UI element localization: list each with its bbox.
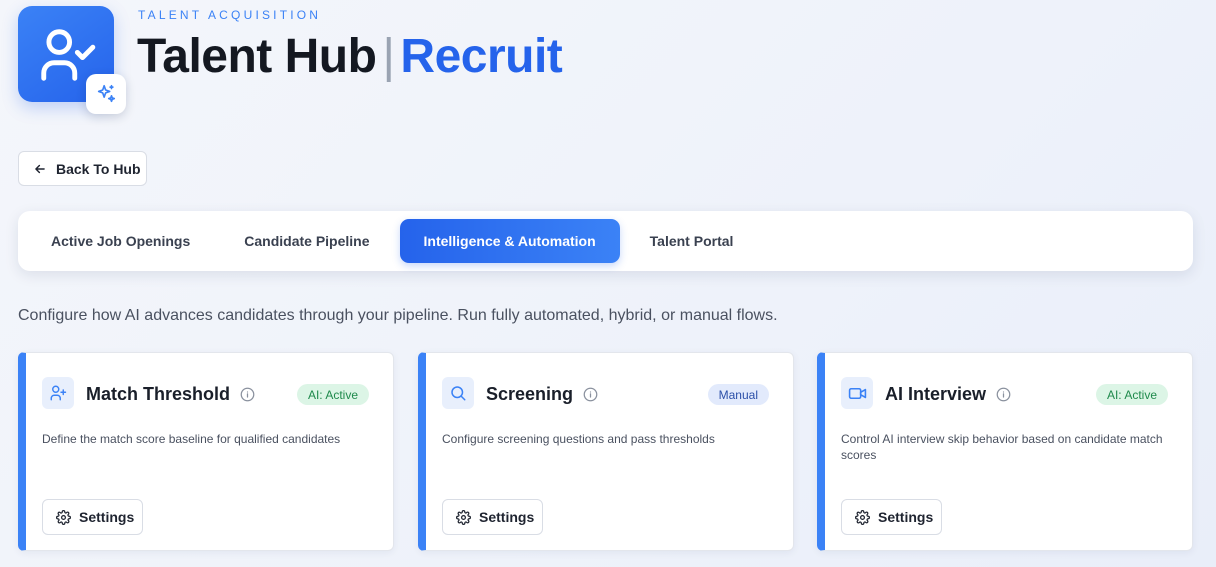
gear-icon <box>456 509 471 525</box>
tab-candidate-pipeline[interactable]: Candidate Pipeline <box>220 219 393 263</box>
back-to-hub-button[interactable]: Back To Hub <box>18 151 147 186</box>
card-icon-container <box>841 377 873 409</box>
status-badge: Manual <box>707 384 769 405</box>
card-title: Match Threshold <box>86 384 255 405</box>
settings-button[interactable]: Settings <box>42 499 143 535</box>
info-icon[interactable] <box>996 387 1011 402</box>
back-button-label: Back To Hub <box>56 160 141 177</box>
card-description: Configure screening questions and pass t… <box>442 432 715 446</box>
status-badge: AI: Active <box>296 384 369 405</box>
info-icon[interactable] <box>583 387 598 402</box>
info-icon[interactable] <box>240 387 255 402</box>
card-title-text: Screening <box>486 384 574 404</box>
tab-talent-portal[interactable]: Talent Portal <box>626 219 758 263</box>
settings-button[interactable]: Settings <box>442 499 543 535</box>
card-title: Screening <box>486 384 598 405</box>
section-kicker: TALENT ACQUISITION <box>138 8 322 22</box>
card-description: Define the match score baseline for qual… <box>42 432 341 446</box>
tab-active-job-openings[interactable]: Active Job Openings <box>27 219 214 263</box>
gear-icon <box>56 509 71 525</box>
status-badge: AI: Active <box>1095 384 1168 405</box>
card-description: Control AI interview skip behavior based… <box>841 432 1163 462</box>
card-title-text: AI Interview <box>885 384 987 404</box>
user-plus-icon <box>50 385 67 401</box>
tab-bar: Active Job Openings Candidate Pipeline I… <box>18 211 1193 271</box>
settings-button-label: Settings <box>79 509 135 525</box>
page-title: Talent Hub | Recruit <box>137 28 563 86</box>
settings-button[interactable]: Settings <box>841 499 942 535</box>
card-title-text: Match Threshold <box>86 384 231 404</box>
title-main: Talent Hub <box>137 30 377 83</box>
search-icon <box>451 386 466 401</box>
card-match-threshold: Match Threshold AI: Active Define the ma… <box>18 352 394 551</box>
settings-button-label: Settings <box>479 509 535 525</box>
video-icon <box>848 387 866 399</box>
arrow-left-icon <box>35 164 45 173</box>
title-separator: | <box>382 30 395 83</box>
settings-button-label: Settings <box>878 509 934 525</box>
title-accent: Recruit <box>400 30 563 83</box>
card-icon-container <box>442 377 474 409</box>
sparkles-icon <box>97 84 116 103</box>
logo-badge <box>86 74 126 114</box>
tab-intelligence-automation[interactable]: Intelligence & Automation <box>399 219 620 263</box>
intro-text: Configure how AI advances candidates thr… <box>18 307 778 324</box>
gear-icon <box>855 509 870 525</box>
card-screening: Screening Manual Configure screening que… <box>418 352 794 551</box>
card-ai-interview: AI Interview AI: Active Control AI inter… <box>817 352 1193 551</box>
card-title: AI Interview <box>885 384 1011 405</box>
card-icon-container <box>42 377 74 409</box>
